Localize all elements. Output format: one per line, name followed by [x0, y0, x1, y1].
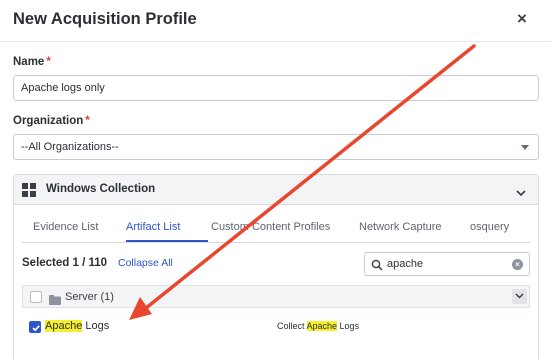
selected-count: Selected 1 / 110 — [22, 257, 108, 269]
required-mark: * — [46, 56, 51, 68]
name-label: Name * — [13, 56, 51, 68]
required-mark: * — [85, 115, 90, 127]
search-highlight: Apache — [306, 321, 338, 331]
organization-label: Organization * — [13, 115, 90, 127]
search-input[interactable] — [387, 255, 505, 273]
caret-down-icon — [521, 145, 529, 150]
chevron-down-icon[interactable] — [516, 184, 526, 202]
close-icon[interactable]: × — [517, 10, 527, 28]
tab-custom-content-profiles[interactable]: Custom Content Profiles — [211, 221, 330, 233]
dialog-header: New Acquisition Profile × — [0, 0, 551, 42]
artifact-desc-rest: Logs — [337, 321, 360, 331]
group-checkbox[interactable] — [30, 291, 42, 303]
artifact-group-server[interactable]: Server (1) — [22, 285, 530, 308]
artifact-search[interactable]: × — [364, 252, 530, 276]
collection-panel-title: Windows Collection — [46, 183, 156, 195]
collection-panel-header[interactable]: Windows Collection — [14, 175, 538, 205]
dialog-title: New Acquisition Profile — [13, 10, 197, 28]
name-label-text: Name — [13, 56, 45, 68]
artifact-name[interactable]: Apache Logs — [45, 320, 109, 332]
tab-osquery[interactable]: osquery — [470, 221, 509, 233]
chevron-down-icon[interactable] — [512, 289, 527, 304]
collection-tabs: Evidence List Artifact List Custom Conte… — [22, 215, 530, 243]
group-label: Server (1) — [65, 291, 114, 303]
windows-icon — [22, 183, 36, 197]
artifact-desc-prefix: Collect — [277, 321, 307, 331]
organization-label-text: Organization — [13, 115, 84, 127]
folder-icon — [49, 292, 61, 310]
name-field-value: Apache logs only — [21, 82, 105, 94]
search-icon — [371, 258, 383, 276]
tab-evidence-list[interactable]: Evidence List — [33, 221, 98, 233]
collection-panel: Windows Collection Evidence List Artifac… — [13, 174, 539, 359]
organization-select-value: --All Organizations-- — [21, 141, 119, 153]
tab-artifact-list[interactable]: Artifact List — [126, 221, 180, 233]
name-field[interactable]: Apache logs only — [13, 75, 539, 101]
clear-icon[interactable]: × — [512, 259, 523, 270]
organization-select[interactable]: --All Organizations-- — [13, 134, 539, 160]
collapse-all-link[interactable]: Collapse All — [118, 257, 173, 269]
tab-network-capture[interactable]: Network Capture — [359, 221, 442, 233]
search-highlight: Apache — [45, 320, 83, 332]
artifact-description: Collect Apache Logs — [277, 321, 359, 331]
artifact-name-rest: Logs — [82, 320, 110, 332]
artifact-checkbox[interactable] — [29, 321, 41, 333]
active-tab-indicator — [126, 240, 208, 242]
